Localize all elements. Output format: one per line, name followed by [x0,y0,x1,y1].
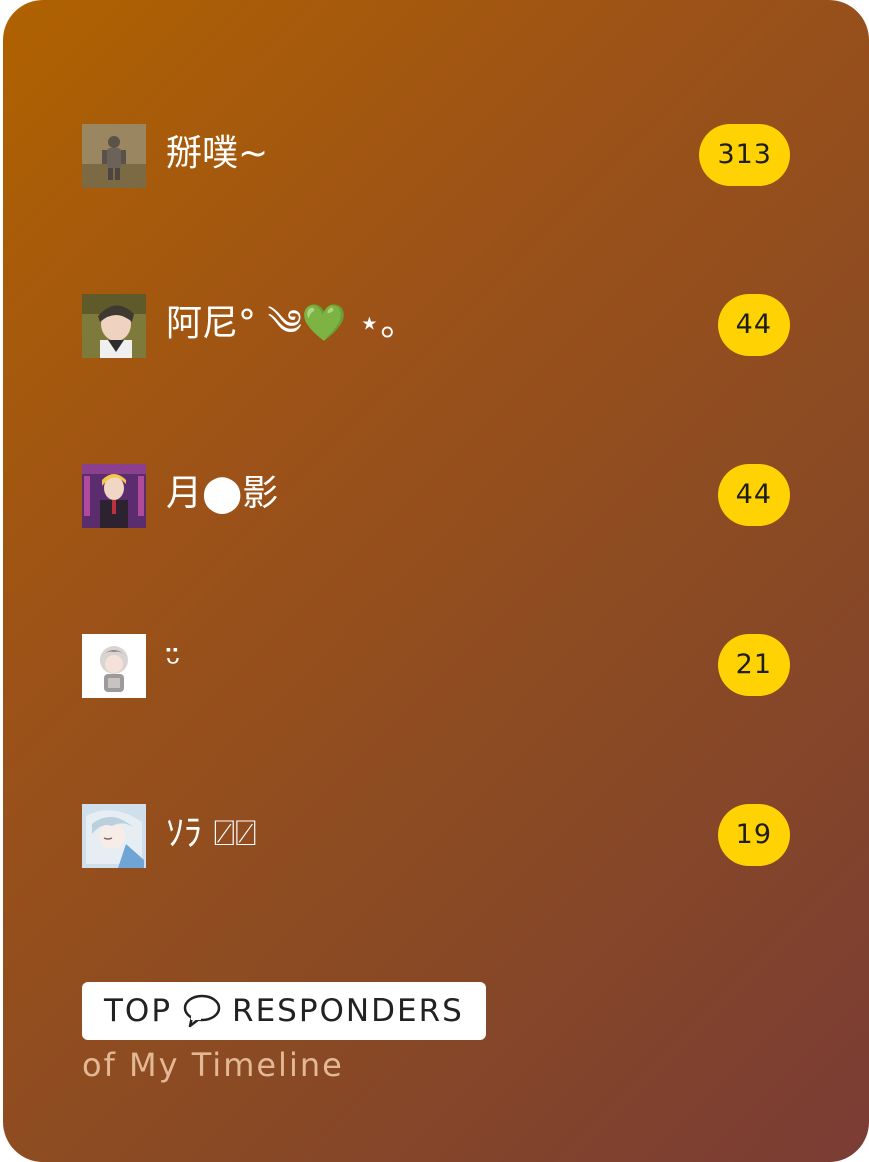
responder-row[interactable]: 掰噗~ 313 [82,124,790,188]
top-responders-card: 掰噗~ 313 阿尼° ༄💚 ⋆｡ 44 月⬤影 44 ᵕ̈ 21 ｿﾗ ⍁⍁ … [3,0,869,1162]
responder-name: ｿﾗ ⍁⍁ [166,813,257,854]
top-responders-title: TOP RESPONDERS [82,982,486,1040]
response-count-badge: 21 [717,634,790,696]
response-count-badge: 313 [699,124,790,186]
responder-name: 掰噗~ [166,133,269,174]
responder-name: 月⬤影 [166,473,279,514]
knight-avatar-icon[interactable] [82,124,146,188]
silver-hair-avatar-icon[interactable] [82,804,146,868]
response-count-badge: 19 [717,804,790,866]
responder-name: ᵕ̈ [166,643,181,684]
speech-bubble-icon [182,993,222,1029]
responder-row[interactable]: ᵕ̈ 21 [82,634,790,698]
responder-row[interactable]: 阿尼° ༄💚 ⋆｡ 44 [82,294,790,358]
footer-subtitle: of My Timeline [82,1046,344,1084]
response-count-badge: 44 [717,464,790,526]
blonde-character-avatar-icon[interactable] [82,464,146,528]
anime-boy-avatar-icon[interactable] [82,294,146,358]
responder-row[interactable]: ｿﾗ ⍁⍁ 19 [82,804,790,868]
responder-name: 阿尼° ༄💚 ⋆｡ [166,303,399,344]
title-responders: RESPONDERS [232,993,464,1029]
chibi-girl-avatar-icon[interactable] [82,634,146,698]
response-count-badge: 44 [717,294,790,356]
title-top: TOP [104,993,173,1029]
responder-row[interactable]: 月⬤影 44 [82,464,790,528]
